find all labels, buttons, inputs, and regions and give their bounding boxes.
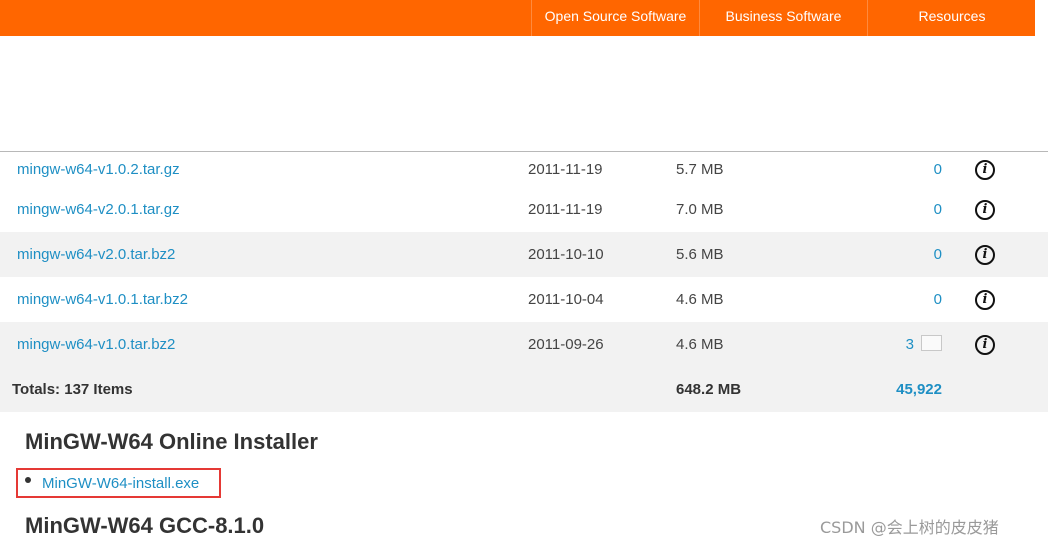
file-date: 2011-10-10 [528, 246, 604, 263]
nav-open-source-software[interactable]: Open Source Software [531, 0, 699, 36]
top-navigation: Open Source Software Business Software R… [0, 0, 1048, 36]
file-name-link[interactable]: mingw-w64-v1.0.tar.bz2 [17, 322, 175, 367]
watermark: CSDN @会上树的皮皮猪 [820, 518, 999, 537]
info-icon[interactable]: i [975, 289, 995, 310]
file-date: 2011-09-26 [528, 336, 604, 353]
file-size: 4.6 MB [676, 336, 724, 353]
download-sparkline-box [921, 334, 942, 351]
info-icon[interactable]: i [975, 244, 995, 265]
files-table: mingw-w64-v1.0.2.tar.gz 2011-11-19 5.7 M… [0, 152, 1048, 412]
totals-label: Totals: 137 Items [12, 381, 133, 398]
download-count-cell: 3 [880, 322, 942, 367]
file-size: 4.6 MB [676, 291, 724, 308]
section-title-gcc: MinGW-W64 GCC-8.1.0 [25, 513, 265, 538]
file-date: 2011-11-19 [528, 161, 603, 178]
info-icon-cell: i [975, 187, 995, 232]
nav-business-software[interactable]: Business Software [699, 0, 867, 36]
file-date: 2011-11-19 [528, 201, 603, 218]
info-icon[interactable]: i [975, 334, 995, 355]
file-name-link[interactable]: mingw-w64-v2.0.1.tar.gz [17, 187, 180, 232]
file-size: 7.0 MB [676, 201, 724, 218]
info-icon-cell: i [975, 322, 995, 367]
download-count[interactable]: 3 [906, 336, 914, 353]
table-row: mingw-w64-v1.0.2.tar.gz 2011-11-19 5.7 M… [0, 152, 1048, 187]
totals-size: 648.2 MB [676, 381, 742, 398]
file-name-link[interactable]: mingw-w64-v1.0.2.tar.gz [17, 152, 180, 187]
info-icon-cell: i [975, 152, 995, 187]
download-count[interactable]: 0 [880, 232, 942, 277]
totals-row: Totals: 137 Items 648.2 MB 45,922 [0, 367, 1048, 412]
info-icon-cell: i [975, 232, 995, 277]
table-row: mingw-w64-v1.0.tar.bz2 2011-09-26 4.6 MB… [0, 322, 1048, 367]
nav-resources[interactable]: Resources [867, 0, 1036, 36]
totals-downloads: 45,922 [896, 381, 942, 398]
section-title-online-installer: MinGW-W64 Online Installer [25, 429, 318, 454]
info-icon[interactable]: i [975, 159, 995, 180]
table-row: mingw-w64-v2.0.tar.bz2 2011-10-10 5.6 MB… [0, 232, 1048, 277]
info-icon[interactable]: i [975, 199, 995, 220]
table-row: mingw-w64-v1.0.1.tar.bz2 2011-10-04 4.6 … [0, 277, 1048, 322]
file-name-link[interactable]: mingw-w64-v1.0.1.tar.bz2 [17, 277, 188, 322]
download-count[interactable]: 0 [880, 152, 942, 187]
file-name-link[interactable]: mingw-w64-v2.0.tar.bz2 [17, 232, 175, 277]
file-date: 2011-10-04 [528, 291, 604, 308]
download-count[interactable]: 0 [880, 277, 942, 322]
table-row: mingw-w64-v2.0.1.tar.gz 2011-11-19 7.0 M… [0, 187, 1048, 232]
file-size: 5.7 MB [676, 161, 724, 178]
download-count[interactable]: 0 [880, 187, 942, 232]
highlight-annotation-box [16, 468, 221, 498]
file-size: 5.6 MB [676, 246, 724, 263]
info-icon-cell: i [975, 277, 995, 322]
